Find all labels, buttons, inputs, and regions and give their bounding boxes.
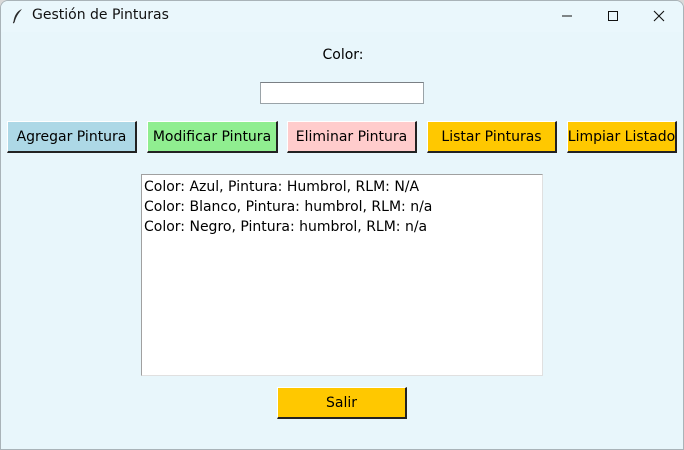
modificar-pintura-button[interactable]: Modificar Pintura <box>147 121 278 153</box>
close-icon <box>653 7 665 26</box>
listar-pinturas-button[interactable]: Listar Pinturas <box>427 121 557 153</box>
agregar-pintura-button[interactable]: Agregar Pintura <box>7 121 137 153</box>
limpiar-listado-button[interactable]: Limpiar Listado <box>567 121 677 153</box>
list-item[interactable]: Color: Blanco, Pintura: humbrol, RLM: n/… <box>143 197 541 217</box>
eliminar-pintura-button[interactable]: Eliminar Pintura <box>287 121 417 153</box>
maximize-icon <box>607 7 619 26</box>
pinturas-listbox[interactable]: Color: Azul, Pintura: Humbrol, RLM: N/A … <box>141 174 543 376</box>
minimize-icon <box>561 7 573 26</box>
minimize-button[interactable] <box>544 1 590 32</box>
window-title: Gestión de Pinturas <box>32 7 169 23</box>
maximize-button[interactable] <box>590 1 636 32</box>
title-bar[interactable]: Gestión de Pinturas <box>1 1 683 32</box>
app-window: Gestión de Pinturas Color: Agregar Pintu… <box>0 0 684 450</box>
color-input[interactable] <box>260 82 424 104</box>
list-item[interactable]: Color: Azul, Pintura: Humbrol, RLM: N/A <box>143 177 541 197</box>
list-item[interactable]: Color: Negro, Pintura: humbrol, RLM: n/a <box>143 217 541 237</box>
close-button[interactable] <box>636 1 682 32</box>
salir-button[interactable]: Salir <box>277 387 407 419</box>
color-label: Color: <box>322 47 364 63</box>
feather-icon <box>11 8 25 24</box>
